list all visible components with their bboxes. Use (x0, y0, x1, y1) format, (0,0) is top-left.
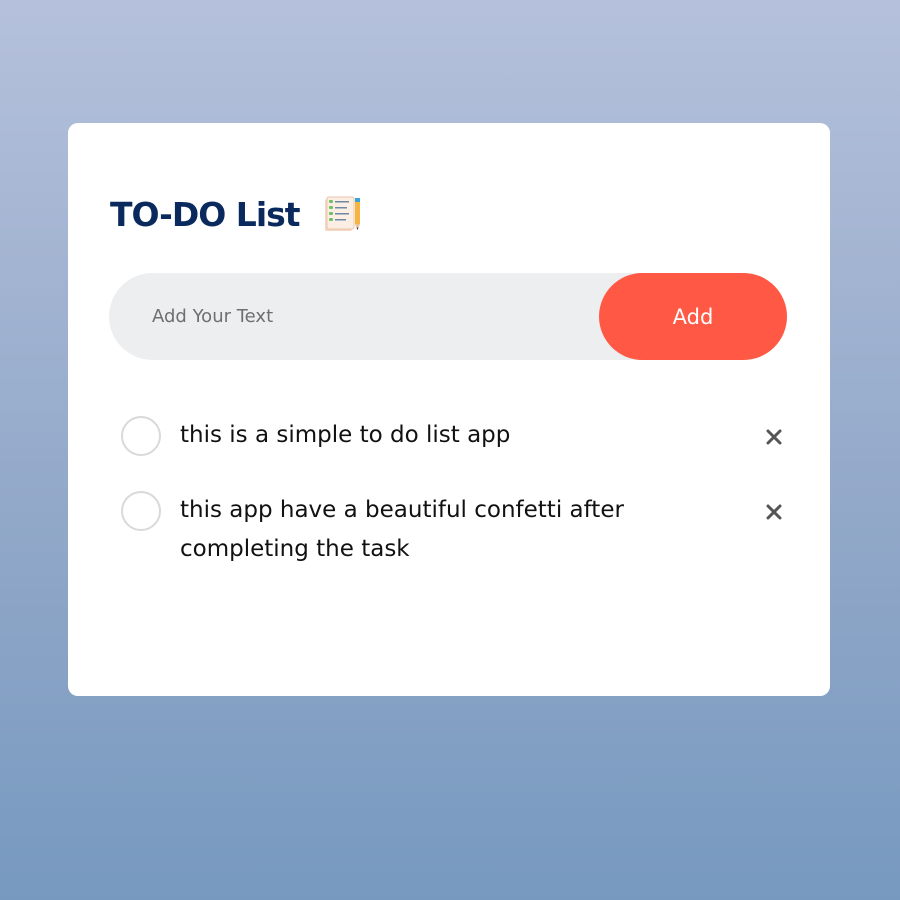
task-input[interactable] (109, 273, 599, 360)
list-item[interactable]: this is a simple to do list app (120, 415, 782, 457)
task-text: this is a simple to do list app (180, 422, 511, 448)
close-icon[interactable] (762, 425, 786, 449)
add-button[interactable]: Add (599, 273, 787, 360)
task-checkbox[interactable] (121, 491, 161, 531)
page-title: TO-DO List (110, 194, 301, 234)
task-input-row: Add (109, 273, 787, 360)
checklist-notepad-icon (322, 194, 362, 234)
list-item[interactable]: this app have a beautiful confetti after… (120, 490, 782, 569)
todo-card: TO-DO List Add Your Text Add this is a s… (68, 123, 830, 696)
task-list: this is a simple to do list app this app… (120, 415, 782, 603)
close-icon[interactable] (762, 500, 786, 524)
task-checkbox[interactable] (121, 416, 161, 456)
task-text: this app have a beautiful confetti after… (180, 497, 624, 562)
header: TO-DO List (110, 189, 362, 239)
